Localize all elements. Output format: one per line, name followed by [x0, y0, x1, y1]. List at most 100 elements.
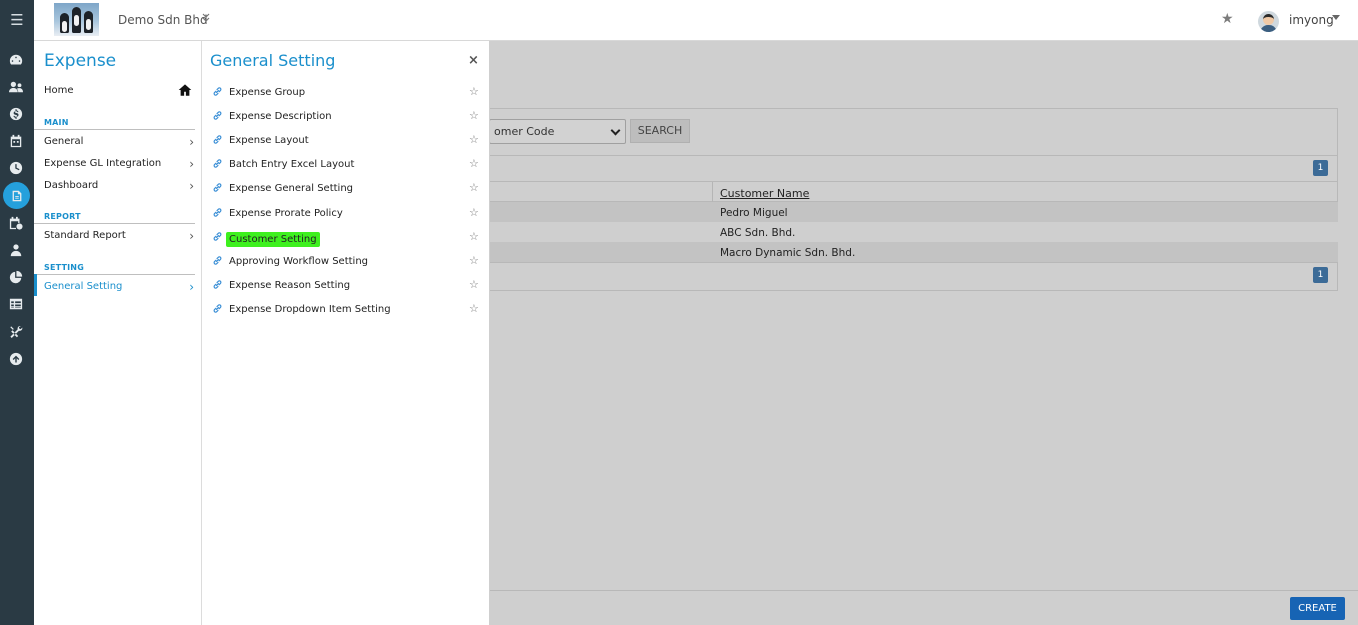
nav-item-home[interactable]: Home: [44, 85, 194, 96]
nav-item-label: Expense GL Integration: [44, 158, 162, 169]
chevron-right-icon: ›: [189, 135, 194, 149]
flyout-item-label: Batch Entry Excel Layout: [229, 159, 355, 170]
star-outline-icon[interactable]: ☆: [469, 254, 479, 267]
nav-section-report: REPORT: [44, 212, 81, 221]
table-icon[interactable]: [7, 295, 25, 313]
grid-footer: [489, 262, 1338, 263]
nav-section-main: MAIN: [44, 118, 69, 127]
expense-icon[interactable]: [3, 182, 30, 209]
link-icon: [212, 207, 223, 218]
link-icon: [212, 279, 223, 290]
link-icon: [212, 134, 223, 145]
nav-item-label: Home: [44, 85, 74, 96]
table-row[interactable]: Macro Dynamic Sdn. Bhd.: [489, 242, 1338, 262]
flyout-item-expense-reason-setting[interactable]: Expense Reason Setting ☆: [202, 276, 490, 296]
tools-icon[interactable]: [7, 323, 25, 341]
flyout-item-label: Expense Dropdown Item Setting: [229, 304, 391, 315]
company-logo: [54, 3, 99, 36]
divider: [34, 129, 195, 130]
column-divider: [712, 182, 713, 202]
dashboard-icon[interactable]: [7, 51, 25, 69]
flyout-item-expense-group[interactable]: Expense Group ☆: [202, 83, 490, 103]
pie-chart-icon[interactable]: [7, 268, 25, 286]
link-icon: [212, 86, 223, 97]
calendar-check-icon[interactable]: [7, 214, 25, 232]
star-outline-icon[interactable]: ☆: [469, 302, 479, 315]
user-avatar[interactable]: [1258, 11, 1279, 32]
divider: [34, 274, 195, 275]
active-indicator: [34, 274, 37, 296]
person-icon[interactable]: [7, 241, 25, 259]
chevron-right-icon: ›: [189, 179, 194, 193]
link-icon: [212, 158, 223, 169]
flyout-item-approving-workflow-setting[interactable]: Approving Workflow Setting ☆: [202, 252, 490, 272]
star-outline-icon[interactable]: ☆: [469, 85, 479, 98]
table-row[interactable]: Pedro Miguel: [489, 202, 1338, 222]
company-name[interactable]: Demo Sdn Bhd: [118, 13, 208, 27]
clock-icon[interactable]: [7, 159, 25, 177]
star-outline-icon[interactable]: ☆: [469, 206, 479, 219]
flyout-item-batch-entry-excel-layout[interactable]: Batch Entry Excel Layout ☆: [202, 155, 490, 175]
menu-icon[interactable]: ☰: [0, 0, 34, 40]
flyout-item-expense-layout[interactable]: Expense Layout ☆: [202, 131, 490, 151]
customer-name-cell: Macro Dynamic Sdn. Bhd.: [720, 247, 856, 259]
pager-bottom[interactable]: 1: [1313, 267, 1328, 283]
chevron-right-icon: ›: [189, 229, 194, 243]
user-menu-caret-icon[interactable]: [1332, 15, 1340, 20]
star-outline-icon[interactable]: ☆: [469, 278, 479, 291]
flyout-item-label: Expense General Setting: [229, 183, 354, 194]
nav-item-general-setting[interactable]: General Setting ›: [44, 280, 194, 294]
flyout-title: General Setting: [210, 51, 336, 70]
customer-name-cell: Pedro Miguel: [720, 207, 788, 219]
star-outline-icon[interactable]: ☆: [469, 133, 479, 146]
username[interactable]: imyong: [1289, 13, 1334, 27]
nav-item-standard-report[interactable]: Standard Report ›: [44, 229, 194, 243]
dollar-icon[interactable]: [7, 105, 25, 123]
filter-field-select[interactable]: omer Code: [489, 119, 626, 144]
users-icon[interactable]: [7, 78, 25, 96]
flyout-item-label: Approving Workflow Setting: [229, 256, 369, 267]
customer-name-cell: ABC Sdn. Bhd.: [720, 227, 796, 239]
flyout-item-expense-prorate-policy[interactable]: Expense Prorate Policy ☆: [202, 204, 490, 224]
nav-item-label: Dashboard: [44, 180, 99, 191]
table-row[interactable]: ABC Sdn. Bhd.: [489, 222, 1338, 242]
grid-header: [489, 181, 1338, 202]
nav-item-expense-gl-integration[interactable]: Expense GL Integration ›: [44, 157, 194, 171]
company-chevron-icon[interactable]: [202, 12, 210, 25]
chevron-right-icon: ›: [189, 157, 194, 171]
nav-item-dashboard[interactable]: Dashboard ›: [44, 179, 194, 193]
star-outline-icon[interactable]: ☆: [469, 109, 479, 122]
close-icon[interactable]: ×: [468, 53, 479, 68]
flyout-item-customer-setting[interactable]: Customer Setting ☆: [202, 228, 490, 248]
nav-item-label: General Setting: [44, 281, 123, 292]
calendar-icon[interactable]: [7, 132, 25, 150]
flyout-item-expense-description[interactable]: Expense Description ☆: [202, 107, 490, 127]
divider: [34, 223, 195, 224]
nav-item-general[interactable]: General ›: [44, 135, 194, 149]
search-button[interactable]: SEARCH: [630, 119, 690, 143]
favorites-star-icon[interactable]: ★: [1221, 11, 1234, 27]
general-setting-flyout: General Setting × Expense Group ☆ Expens…: [202, 41, 490, 625]
star-outline-icon[interactable]: ☆: [469, 157, 479, 170]
nav-item-label: Standard Report: [44, 230, 126, 241]
star-outline-icon[interactable]: ☆: [469, 230, 479, 243]
link-icon: [212, 182, 223, 193]
nav-title: Expense: [44, 51, 117, 71]
column-header-customer-name[interactable]: Customer Name: [720, 187, 809, 200]
top-bar: Demo Sdn Bhd ★ imyong: [34, 0, 1358, 41]
flyout-item-expense-general-setting[interactable]: Expense General Setting ☆: [202, 179, 490, 199]
upload-icon[interactable]: [7, 350, 25, 368]
star-outline-icon[interactable]: ☆: [469, 181, 479, 194]
home-icon[interactable]: [178, 83, 192, 97]
link-icon: [212, 303, 223, 314]
flyout-item-label: Expense Prorate Policy: [229, 208, 343, 219]
link-icon: [212, 110, 223, 121]
pager-top[interactable]: 1: [1313, 160, 1328, 176]
flyout-item-label: Expense Layout: [229, 135, 309, 146]
nav-item-label: General: [44, 136, 84, 147]
link-icon: [212, 255, 223, 266]
chevron-right-icon: ›: [189, 280, 194, 294]
flyout-item-label: Expense Description: [229, 111, 332, 122]
create-button[interactable]: CREATE: [1290, 597, 1345, 620]
flyout-item-expense-dropdown-item-setting[interactable]: Expense Dropdown Item Setting ☆: [202, 300, 490, 320]
